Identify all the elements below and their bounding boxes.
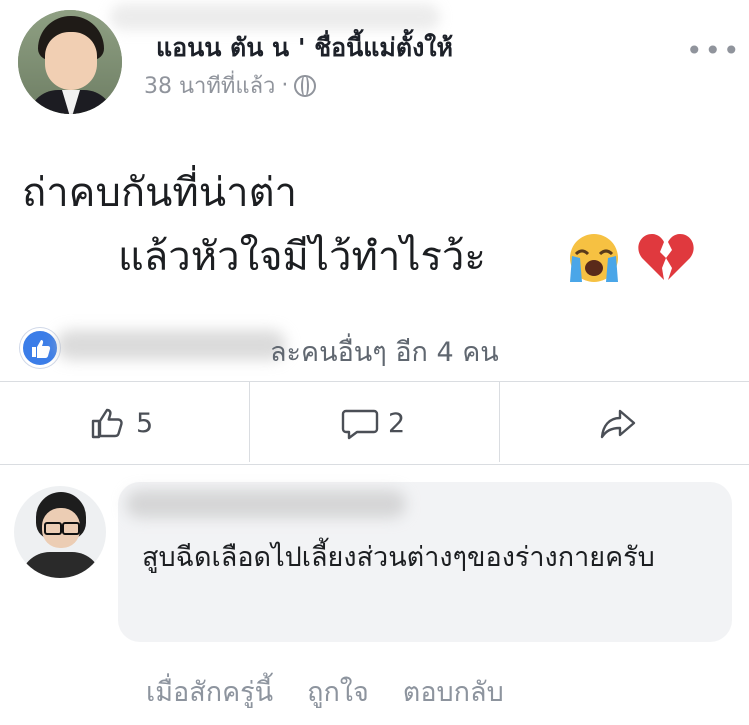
divider (249, 382, 250, 462)
comment-like-button[interactable]: ถูกใจ (307, 670, 369, 713)
post-meta: 38 นาทีที่แล้ว · (144, 68, 317, 103)
comment-button[interactable]: 2 (340, 398, 405, 448)
comment-time[interactable]: เมื่อสักครู่นี้ (146, 670, 273, 713)
comment-actions: เมื่อสักครู่นี้ ถูกใจ ตอบกลับ (146, 670, 504, 713)
blurred-region (110, 4, 440, 30)
crying-face-icon (570, 234, 618, 282)
share-icon (600, 409, 636, 439)
like-reaction-icon[interactable] (20, 328, 60, 368)
meta-separator: · (281, 73, 289, 98)
comment-reply-button[interactable]: ตอบกลับ (403, 670, 504, 713)
broken-heart-icon (638, 234, 694, 280)
post-time[interactable]: 38 นาทีที่แล้ว (144, 68, 275, 103)
comment-count: 2 (388, 407, 406, 439)
comment-text: สูบฉีดเลือดไปเลี้ยงส่วนต่างๆของร่างกายคร… (142, 542, 655, 573)
more-options-button[interactable]: ••• (686, 34, 742, 67)
divider (499, 382, 500, 462)
comment-icon (341, 409, 379, 440)
post-text-line-2: แล้วหัวใจมีไว้ทำไรว้ะ (118, 234, 486, 280)
like-count: 5 (136, 407, 154, 439)
post-text-line-1: ถ่าคบกันที่น่าต่า (22, 170, 297, 216)
commenter-avatar[interactable] (14, 486, 106, 578)
blurred-region (56, 330, 286, 360)
author-name[interactable]: แอนน ตัน น ' ชื่อนี้แม่ตั้งให้ (156, 28, 453, 68)
blurred-region (126, 490, 406, 518)
share-button[interactable] (598, 398, 638, 448)
reaction-summary[interactable]: ละคนอื่นๆ อีก 4 คน (270, 330, 499, 373)
divider (0, 464, 749, 465)
globe-icon (294, 74, 317, 97)
like-button[interactable]: 5 (88, 398, 153, 448)
divider (0, 381, 749, 382)
author-avatar[interactable] (18, 10, 122, 114)
thumbs-up-icon (91, 408, 123, 439)
